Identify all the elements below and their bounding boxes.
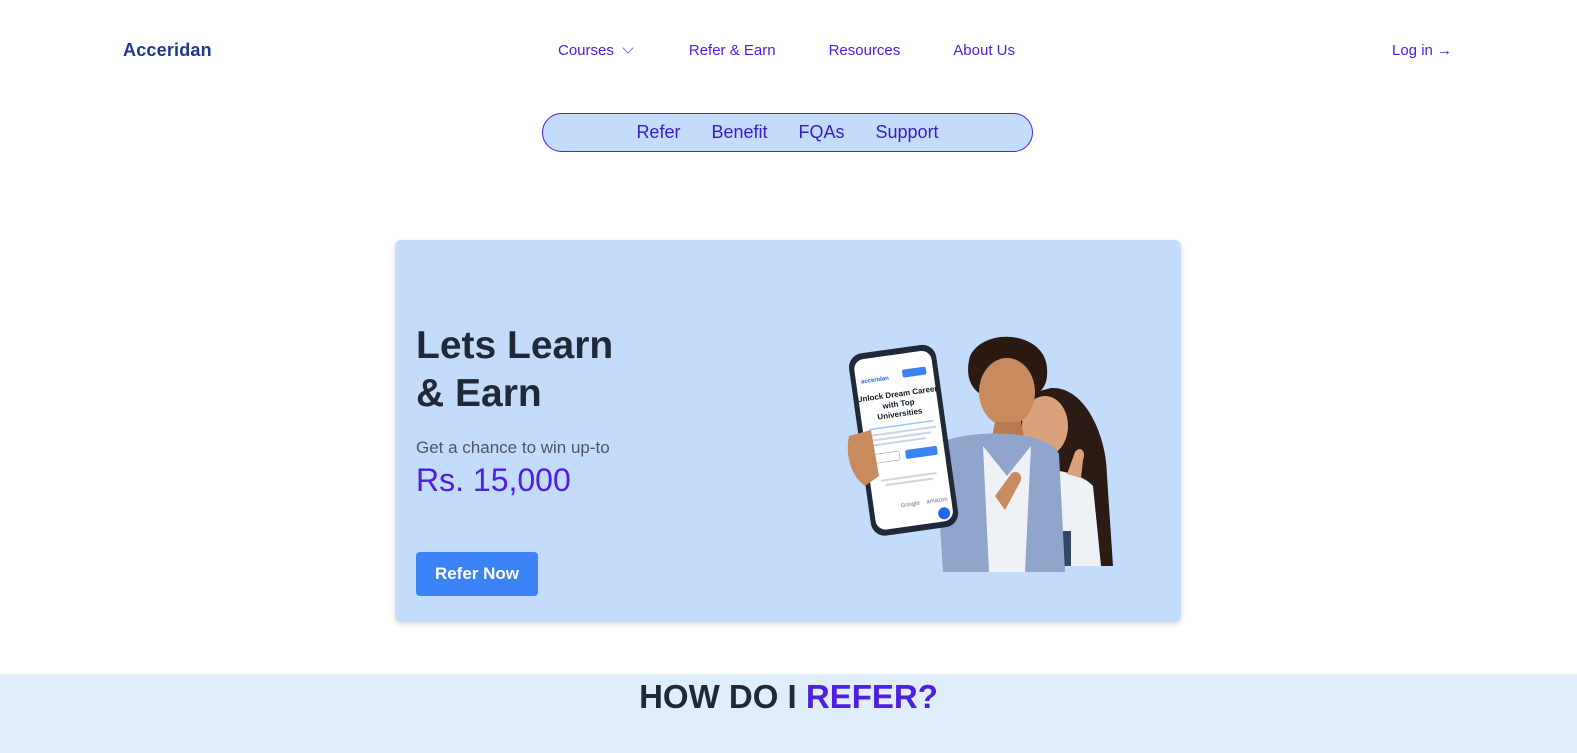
subnav-refer[interactable]: Refer — [636, 122, 680, 143]
heading-part-1: HOW DO I — [639, 678, 806, 715]
student-boy-figure — [935, 336, 1065, 572]
refer-now-button[interactable]: Refer Now — [416, 552, 538, 596]
nav-courses-label: Courses — [558, 42, 614, 59]
subnav-benefit[interactable]: Benefit — [711, 122, 767, 143]
top-navbar: Acceridan Courses Refer & Earn Resources… — [0, 0, 1577, 104]
nav-courses[interactable]: Courses — [558, 42, 634, 59]
brand-logo[interactable]: Acceridan — [123, 40, 212, 61]
nav-refer-earn[interactable]: Refer & Earn — [689, 42, 776, 59]
hero-subtitle: Get a chance to win up-to — [416, 438, 610, 457]
hero-title-line2: & Earn — [416, 372, 542, 415]
hero-card: Lets Learn & Earn Get a chance to win up… — [395, 240, 1181, 622]
how-to-refer-heading: HOW DO I REFER? — [0, 678, 1577, 716]
chevron-down-icon — [622, 42, 634, 54]
nav-resources[interactable]: Resources — [829, 42, 901, 59]
login-link[interactable]: Log in → — [1392, 42, 1452, 59]
hero-illustration: acceridan Unlock Dream Career with Top U… — [847, 336, 1113, 572]
section-subnav: Refer Benefit FQAs Support — [542, 113, 1033, 152]
main-nav: Courses Refer & Earn Resources About Us — [558, 42, 1015, 59]
hero-title: Lets Learn & Earn — [416, 322, 613, 418]
how-to-refer-section: HOW DO I REFER? — [0, 674, 1577, 753]
subnav-faqs[interactable]: FQAs — [799, 122, 845, 143]
hero-prize-amount: Rs. 15,000 — [416, 462, 571, 498]
hero-title-line1: Lets Learn — [416, 324, 614, 367]
subnav-support[interactable]: Support — [876, 122, 939, 143]
heading-part-2: REFER? — [805, 678, 938, 715]
nav-about-us[interactable]: About Us — [953, 42, 1015, 59]
